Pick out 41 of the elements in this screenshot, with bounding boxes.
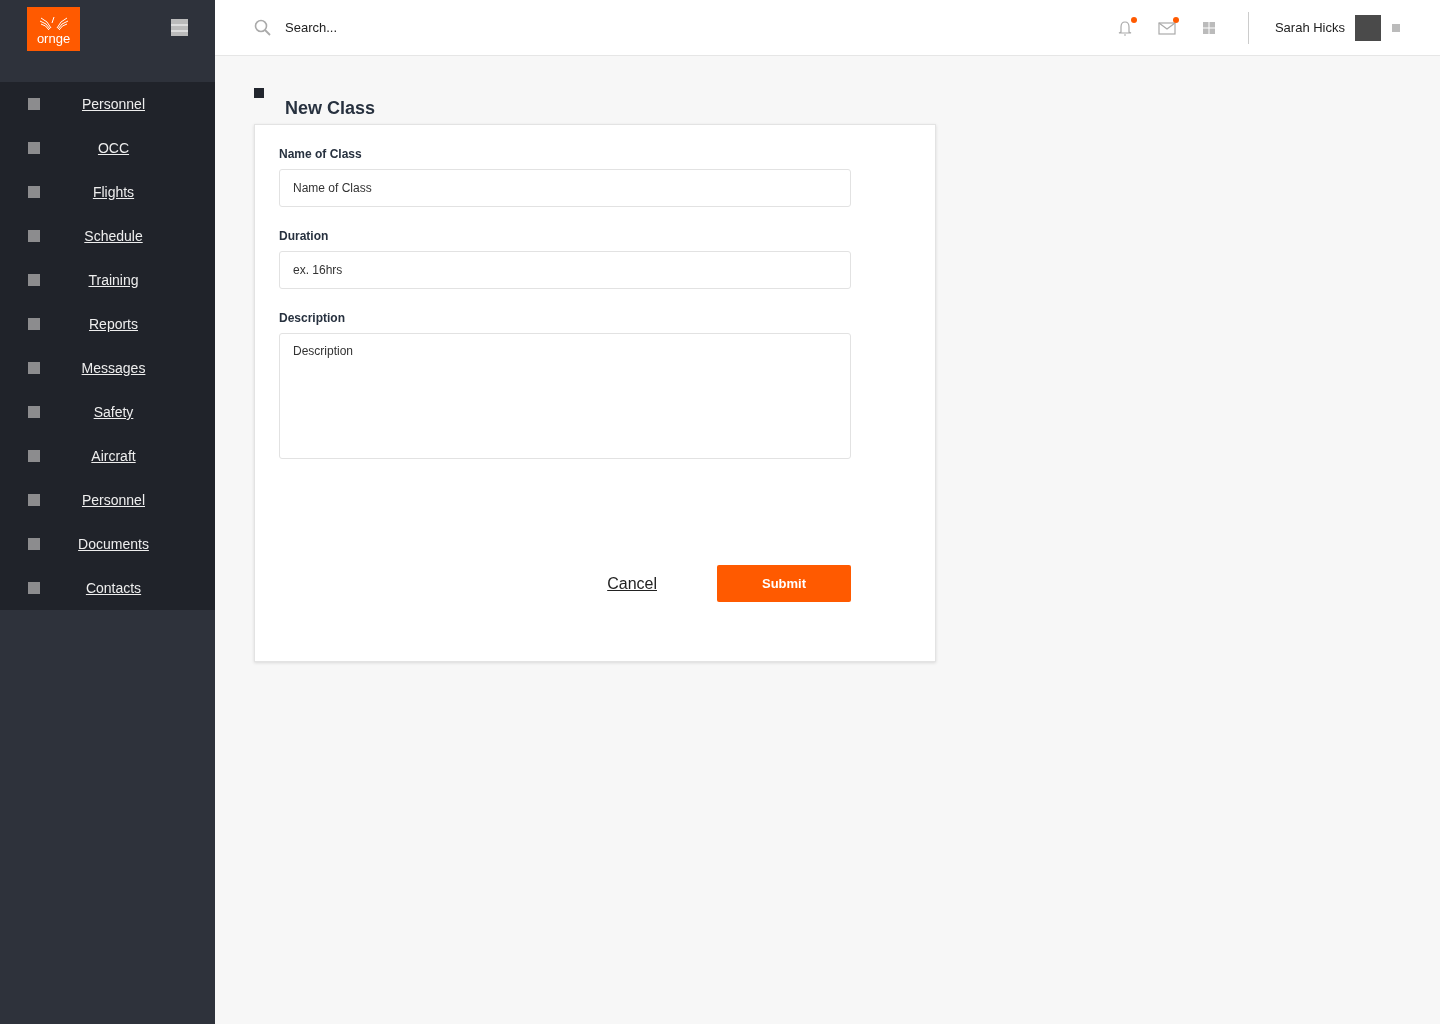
square-icon bbox=[28, 274, 40, 286]
sidebar-item[interactable]: Training bbox=[0, 258, 215, 302]
field-label: Duration bbox=[279, 229, 330, 243]
square-icon bbox=[28, 186, 40, 198]
sidebar-item[interactable]: OCC bbox=[0, 126, 215, 170]
sidebar-item[interactable]: Messages bbox=[0, 346, 215, 390]
input-field[interactable]: Name of Class bbox=[279, 169, 851, 207]
sidebar-item[interactable]: Contacts bbox=[0, 566, 215, 610]
cancel-link[interactable]: Cancel bbox=[607, 574, 657, 593]
sidebar-item[interactable]: Aircraft bbox=[0, 434, 215, 478]
field-label: Description bbox=[279, 311, 346, 325]
square-icon bbox=[28, 494, 40, 506]
square-icon bbox=[28, 98, 40, 110]
avatar[interactable] bbox=[1355, 14, 1381, 41]
square-icon bbox=[28, 230, 40, 242]
square-icon bbox=[28, 450, 40, 462]
search-icon bbox=[254, 19, 271, 36]
square-icon bbox=[28, 406, 40, 418]
page-title: New Class bbox=[285, 98, 377, 118]
user-name: Sarah Hicks bbox=[1274, 20, 1345, 35]
search-field[interactable]: Search... bbox=[283, 19, 487, 36]
notification-dot bbox=[1130, 16, 1137, 23]
square-icon bbox=[28, 142, 40, 154]
square-icon[interactable] bbox=[1392, 23, 1400, 32]
logo-text: ornge bbox=[36, 31, 71, 46]
notification-dot bbox=[1172, 16, 1179, 23]
square-icon bbox=[28, 362, 40, 374]
sidebar-item[interactable]: Safety bbox=[0, 390, 215, 434]
sidebar-item[interactable]: Reports bbox=[0, 302, 215, 346]
square-icon bbox=[28, 582, 40, 594]
square-icon bbox=[254, 88, 264, 98]
description-field[interactable]: Description bbox=[279, 333, 851, 459]
square-icon bbox=[28, 318, 40, 330]
sidebar-item[interactable]: Personnel bbox=[0, 478, 215, 522]
input-field[interactable]: ex. 16hrs bbox=[279, 251, 851, 289]
sidebar-item[interactable]: Personnel bbox=[0, 82, 215, 126]
sidebar-item[interactable]: Flights bbox=[0, 170, 215, 214]
field-label: Name of Class bbox=[279, 147, 363, 161]
sidebar-item[interactable]: Schedule bbox=[0, 214, 215, 258]
square-icon bbox=[28, 538, 40, 550]
sidebar-item[interactable]: Documents bbox=[0, 522, 215, 566]
